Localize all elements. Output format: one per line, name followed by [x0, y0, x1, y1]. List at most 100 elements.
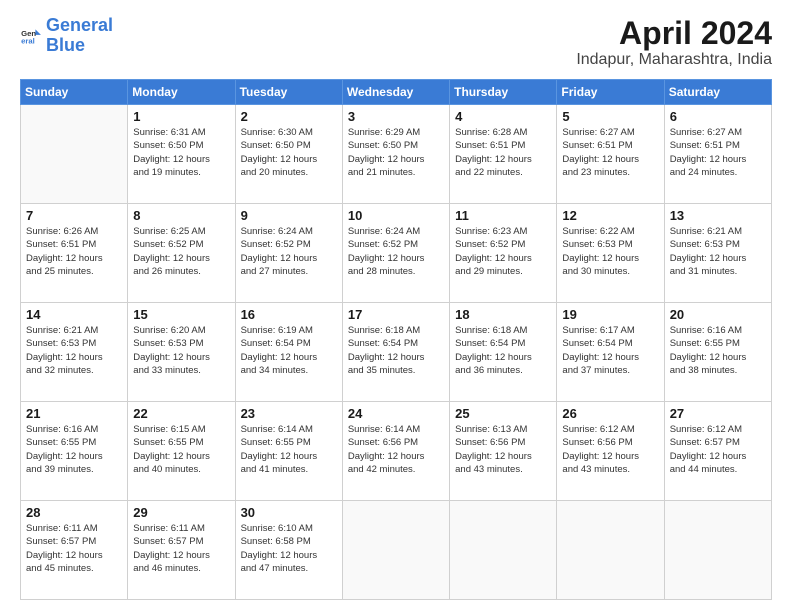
cell-info: Sunrise: 6:18 AM Sunset: 6:54 PM Dayligh…	[455, 324, 551, 377]
calendar-cell: 10Sunrise: 6:24 AM Sunset: 6:52 PM Dayli…	[342, 204, 449, 303]
cell-date: 28	[26, 505, 122, 520]
cell-date: 6	[670, 109, 766, 124]
calendar-cell: 3 Sunrise: 6:29 AM Sunset: 6:50 PM Daylig…	[342, 105, 449, 204]
cell-info: Sunrise: 6:13 AM Sunset: 6:56 PM Dayligh…	[455, 423, 551, 476]
calendar-cell: 26Sunrise: 6:12 AM Sunset: 6:56 PM Dayli…	[557, 402, 664, 501]
calendar-cell: 18Sunrise: 6:18 AM Sunset: 6:54 PM Dayli…	[450, 303, 557, 402]
cell-info: Sunrise: 6:11 AM Sunset: 6:57 PM Dayligh…	[26, 522, 122, 575]
svg-text:eral: eral	[21, 36, 35, 45]
weekday-header: Saturday	[664, 80, 771, 105]
calendar-cell	[342, 501, 449, 600]
calendar-cell: 5Sunrise: 6:27 AM Sunset: 6:51 PM Daylig…	[557, 105, 664, 204]
calendar-week-row: 1 Sunrise: 6:31 AM Sunset: 6:50 PM Daylig…	[21, 105, 772, 204]
cell-date: 1	[133, 109, 229, 124]
cell-info: Sunrise: 6:30 AM Sunset: 6:50 PM Dayligh…	[241, 126, 337, 179]
cell-info: Sunrise: 6:23 AM Sunset: 6:52 PM Dayligh…	[455, 225, 551, 278]
page-title: April 2024	[576, 16, 772, 51]
calendar-cell: 15 Sunrise: 6:20 AM Sunset: 6:53 PM Dayli…	[128, 303, 235, 402]
calendar-cell: 27 Sunrise: 6:12 AM Sunset: 6:57 PM Dayli…	[664, 402, 771, 501]
cell-info: Sunrise: 6:21 AM Sunset: 6:53 PM Dayligh…	[26, 324, 122, 377]
cell-info: Sunrise: 6:14 AM Sunset: 6:56 PM Dayligh…	[348, 423, 444, 476]
calendar-cell: 28 Sunrise: 6:11 AM Sunset: 6:57 PM Dayli…	[21, 501, 128, 600]
logo-icon: Gen eral	[20, 25, 42, 47]
calendar-cell: 21Sunrise: 6:16 AM Sunset: 6:55 PM Dayli…	[21, 402, 128, 501]
cell-info: Sunrise: 6:31 AM Sunset: 6:50 PM Dayligh…	[133, 126, 229, 179]
cell-date: 13	[670, 208, 766, 223]
calendar-cell: 16 Sunrise: 6:19 AM Sunset: 6:54 PM Dayli…	[235, 303, 342, 402]
cell-date: 25	[455, 406, 551, 421]
cell-info: Sunrise: 6:20 AM Sunset: 6:53 PM Dayligh…	[133, 324, 229, 377]
calendar-cell: 8 Sunrise: 6:25 AM Sunset: 6:52 PM Daylig…	[128, 204, 235, 303]
cell-date: 27	[670, 406, 766, 421]
calendar-cell: 12 Sunrise: 6:22 AM Sunset: 6:53 PM Dayli…	[557, 204, 664, 303]
calendar-week-row: 28 Sunrise: 6:11 AM Sunset: 6:57 PM Dayli…	[21, 501, 772, 600]
weekday-header-row: SundayMondayTuesdayWednesdayThursdayFrid…	[21, 80, 772, 105]
cell-info: Sunrise: 6:27 AM Sunset: 6:51 PM Dayligh…	[670, 126, 766, 179]
cell-info: Sunrise: 6:25 AM Sunset: 6:52 PM Dayligh…	[133, 225, 229, 278]
title-block: April 2024 Indapur, Maharashtra, India	[576, 16, 772, 69]
cell-date: 5	[562, 109, 658, 124]
weekday-header: Wednesday	[342, 80, 449, 105]
cell-date: 20	[670, 307, 766, 322]
cell-info: Sunrise: 6:26 AM Sunset: 6:51 PM Dayligh…	[26, 225, 122, 278]
calendar-cell: 14 Sunrise: 6:21 AM Sunset: 6:53 PM Dayli…	[21, 303, 128, 402]
cell-date: 14	[26, 307, 122, 322]
cell-info: Sunrise: 6:29 AM Sunset: 6:50 PM Dayligh…	[348, 126, 444, 179]
weekday-header: Thursday	[450, 80, 557, 105]
calendar-cell: 1 Sunrise: 6:31 AM Sunset: 6:50 PM Daylig…	[128, 105, 235, 204]
page: Gen eral GeneralBlue April 2024 Indapur,…	[0, 0, 792, 612]
cell-info: Sunrise: 6:10 AM Sunset: 6:58 PM Dayligh…	[241, 522, 337, 575]
cell-date: 29	[133, 505, 229, 520]
calendar-table: SundayMondayTuesdayWednesdayThursdayFrid…	[20, 79, 772, 600]
cell-info: Sunrise: 6:12 AM Sunset: 6:56 PM Dayligh…	[562, 423, 658, 476]
cell-date: 11	[455, 208, 551, 223]
cell-date: 12	[562, 208, 658, 223]
cell-date: 24	[348, 406, 444, 421]
cell-info: Sunrise: 6:18 AM Sunset: 6:54 PM Dayligh…	[348, 324, 444, 377]
calendar-cell: 4 Sunrise: 6:28 AM Sunset: 6:51 PM Daylig…	[450, 105, 557, 204]
cell-info: Sunrise: 6:19 AM Sunset: 6:54 PM Dayligh…	[241, 324, 337, 377]
calendar-cell: 11 Sunrise: 6:23 AM Sunset: 6:52 PM Dayli…	[450, 204, 557, 303]
cell-info: Sunrise: 6:12 AM Sunset: 6:57 PM Dayligh…	[670, 423, 766, 476]
calendar-cell: 19Sunrise: 6:17 AM Sunset: 6:54 PM Dayli…	[557, 303, 664, 402]
page-subtitle: Indapur, Maharashtra, India	[576, 51, 772, 69]
cell-info: Sunrise: 6:14 AM Sunset: 6:55 PM Dayligh…	[241, 423, 337, 476]
calendar-cell: 9 Sunrise: 6:24 AM Sunset: 6:52 PM Daylig…	[235, 204, 342, 303]
calendar-cell: 22 Sunrise: 6:15 AM Sunset: 6:55 PM Dayli…	[128, 402, 235, 501]
cell-info: Sunrise: 6:24 AM Sunset: 6:52 PM Dayligh…	[241, 225, 337, 278]
cell-date: 8	[133, 208, 229, 223]
calendar-cell: 2 Sunrise: 6:30 AM Sunset: 6:50 PM Daylig…	[235, 105, 342, 204]
calendar-cell: 13 Sunrise: 6:21 AM Sunset: 6:53 PM Dayli…	[664, 204, 771, 303]
weekday-header: Friday	[557, 80, 664, 105]
cell-date: 22	[133, 406, 229, 421]
calendar-cell	[450, 501, 557, 600]
cell-date: 16	[241, 307, 337, 322]
calendar-cell	[557, 501, 664, 600]
cell-date: 3	[348, 109, 444, 124]
calendar-cell: 24 Sunrise: 6:14 AM Sunset: 6:56 PM Dayli…	[342, 402, 449, 501]
calendar-cell: 20Sunrise: 6:16 AM Sunset: 6:55 PM Dayli…	[664, 303, 771, 402]
calendar-cell: 6 Sunrise: 6:27 AM Sunset: 6:51 PM Daylig…	[664, 105, 771, 204]
cell-info: Sunrise: 6:22 AM Sunset: 6:53 PM Dayligh…	[562, 225, 658, 278]
cell-info: Sunrise: 6:28 AM Sunset: 6:51 PM Dayligh…	[455, 126, 551, 179]
calendar-week-row: 14 Sunrise: 6:21 AM Sunset: 6:53 PM Dayli…	[21, 303, 772, 402]
cell-date: 2	[241, 109, 337, 124]
cell-date: 19	[562, 307, 658, 322]
cell-date: 4	[455, 109, 551, 124]
cell-date: 30	[241, 505, 337, 520]
calendar-cell: 23 Sunrise: 6:14 AM Sunset: 6:55 PM Dayli…	[235, 402, 342, 501]
cell-date: 23	[241, 406, 337, 421]
cell-info: Sunrise: 6:11 AM Sunset: 6:57 PM Dayligh…	[133, 522, 229, 575]
cell-date: 9	[241, 208, 337, 223]
calendar-cell: 30 Sunrise: 6:10 AM Sunset: 6:58 PM Dayli…	[235, 501, 342, 600]
cell-info: Sunrise: 6:21 AM Sunset: 6:53 PM Dayligh…	[670, 225, 766, 278]
cell-date: 15	[133, 307, 229, 322]
weekday-header: Tuesday	[235, 80, 342, 105]
cell-info: Sunrise: 6:15 AM Sunset: 6:55 PM Dayligh…	[133, 423, 229, 476]
cell-date: 10	[348, 208, 444, 223]
calendar-cell: 17Sunrise: 6:18 AM Sunset: 6:54 PM Dayli…	[342, 303, 449, 402]
cell-date: 21	[26, 406, 122, 421]
calendar-cell	[664, 501, 771, 600]
calendar-cell	[21, 105, 128, 204]
calendar-week-row: 7Sunrise: 6:26 AM Sunset: 6:51 PM Daylig…	[21, 204, 772, 303]
